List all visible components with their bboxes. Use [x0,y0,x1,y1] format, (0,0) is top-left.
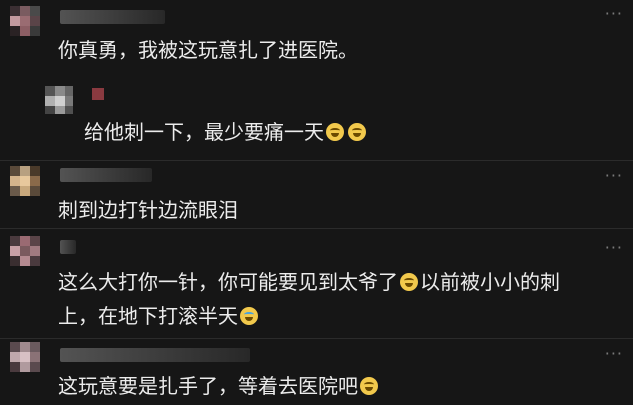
more-options-icon[interactable]: ··· [605,238,623,257]
comment-5: 这玩意要是扎手了，等着去医院吧 ··· [0,340,633,405]
comment-1: 你真勇，我被这玩意扎了进医院。 ··· [0,0,633,80]
avatar[interactable] [10,6,40,36]
username-blurred[interactable] [60,168,152,182]
comment-text: 刺到边打针边流眼泪 [58,198,238,222]
more-options-icon[interactable]: ··· [605,4,623,23]
grimace-tear-emoji-icon [240,307,258,325]
rofl-emoji-icon [348,123,366,141]
divider [0,338,633,339]
more-options-icon[interactable]: ··· [605,166,623,185]
rofl-emoji-icon [326,123,344,141]
username-blurred[interactable] [60,240,76,254]
avatar[interactable] [45,86,73,114]
reply-text-content: 给他刺一下，最少要痛一天 [84,120,324,144]
avatar[interactable] [10,236,40,266]
comment-text-line2: 上，在地下打滚半天 [58,300,260,332]
avatar[interactable] [10,342,40,372]
avatar[interactable] [10,166,40,196]
comment-text-part1: 这么大打你一针，你可能要见到太爷了 [58,270,398,294]
divider [0,228,633,229]
comment-text-line1: 这么大打你一针，你可能要见到太爷了 以前被小小的刺 [58,266,560,298]
reply-text: 给他刺一下，最少要痛一天 [84,116,368,148]
comment-2-reply: 给他刺一下，最少要痛一天 [0,80,633,160]
divider [0,160,633,161]
badge-blurred [92,88,104,100]
comment-text: 你真勇，我被这玩意扎了进医院。 [58,38,358,62]
username-blurred[interactable] [60,348,250,362]
comment-4: 这么大打你一针，你可能要见到太爷了 以前被小小的刺 上，在地下打滚半天 ··· [0,230,633,340]
comment-text-content: 这玩意要是扎手了，等着去医院吧 [58,374,358,398]
comment-text-part2: 以前被小小的刺 [420,270,560,294]
comment-3: 刺到边打针边流眼泪 ··· [0,162,633,227]
username-blurred[interactable] [60,10,165,24]
grin-sweat-emoji-icon [360,377,378,395]
more-options-icon[interactable]: ··· [605,344,623,363]
rofl-emoji-icon [400,273,418,291]
comment-text-line2-content: 上，在地下打滚半天 [58,304,238,328]
comment-text: 这玩意要是扎手了，等着去医院吧 [58,370,380,402]
